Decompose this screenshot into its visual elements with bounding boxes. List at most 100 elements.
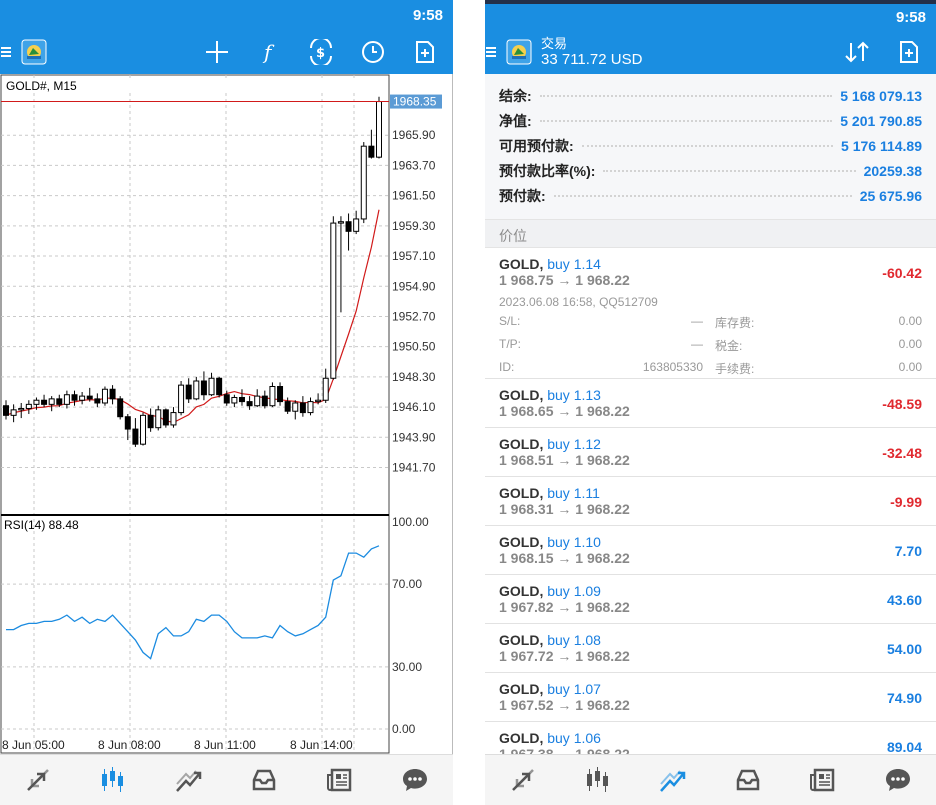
nav-quotes-icon[interactable] bbox=[18, 760, 58, 800]
candle-body bbox=[170, 412, 177, 426]
bottom-nav bbox=[485, 754, 936, 805]
candle-body bbox=[254, 395, 261, 407]
position-profit: 43.60 bbox=[886, 592, 922, 608]
position-symbol: GOLD, bbox=[499, 485, 544, 501]
position-item[interactable]: GOLD, buy 1.12 1 968.51 → 1 968.22 -32.48 bbox=[485, 428, 936, 477]
positions-list[interactable]: GOLD, buy 1.14 1 968.75 → 1 968.22 -60.4… bbox=[485, 248, 936, 758]
candle-body bbox=[48, 398, 55, 405]
app-logo-icon[interactable] bbox=[505, 30, 533, 74]
position-prices: 1 967.52 → 1 968.22 bbox=[499, 697, 630, 713]
position-item[interactable]: GOLD, buy 1.11 1 968.31 → 1 968.22 -9.99 bbox=[485, 477, 936, 526]
position-symbol: GOLD, bbox=[499, 681, 544, 697]
account-row-margin-level: 预付款比率(%): 20259.38 bbox=[499, 163, 922, 179]
candle-body bbox=[330, 222, 337, 379]
candle-body bbox=[10, 409, 17, 416]
price-chart[interactable]: 1965.90 1963.70 1961.50 1959.30 1957.10 1954.… bbox=[0, 74, 453, 754]
chart-screen: 9:58 f $ 1965.90 1963.70 1961.50 1959.30… bbox=[0, 0, 453, 805]
position-item-expanded[interactable]: GOLD, buy 1.14 1 968.75 → 1 968.22 -60.4… bbox=[485, 248, 936, 379]
chart-area[interactable]: 1965.90 1963.70 1961.50 1959.30 1957.10 1954.… bbox=[0, 74, 453, 754]
new-order-icon[interactable] bbox=[408, 30, 442, 74]
indicator-icon[interactable]: $ bbox=[304, 30, 338, 74]
candle-body bbox=[368, 145, 375, 158]
position-item[interactable]: GOLD, buy 1.13 1 968.65 → 1 968.22 -48.59 bbox=[485, 379, 936, 428]
nav-chat-icon[interactable] bbox=[878, 760, 918, 800]
nav-history-icon[interactable] bbox=[244, 760, 284, 800]
rsi-label: RSI(14) 88.48 bbox=[4, 518, 79, 532]
position-profit: -9.99 bbox=[890, 494, 922, 510]
nav-trade-icon[interactable] bbox=[169, 760, 209, 800]
new-order-icon[interactable] bbox=[892, 30, 926, 74]
position-action: buy 1.06 bbox=[547, 730, 601, 746]
nav-history-icon[interactable] bbox=[728, 760, 768, 800]
account-row-margin: 预付款: 25 675.96 bbox=[499, 188, 922, 204]
price-tick-label: 1943.90 bbox=[392, 430, 436, 444]
app-logo-icon[interactable] bbox=[20, 30, 48, 74]
nav-news-icon[interactable] bbox=[803, 760, 843, 800]
candle-body bbox=[299, 402, 306, 414]
position-action: buy 1.09 bbox=[547, 583, 601, 599]
position-action: buy 1.08 bbox=[547, 632, 601, 648]
candle-body bbox=[109, 388, 116, 400]
svg-text:$: $ bbox=[316, 46, 325, 61]
price-tick-label: 1957.10 bbox=[392, 249, 436, 263]
nav-news-icon[interactable] bbox=[320, 760, 360, 800]
nav-chart-icon[interactable] bbox=[93, 760, 133, 800]
candle-body bbox=[94, 398, 101, 404]
rsi-tick-label: 70.00 bbox=[392, 577, 422, 591]
candle-body bbox=[117, 398, 124, 418]
position-action: buy 1.10 bbox=[547, 534, 601, 550]
balance-summary: 33 711.72 USD bbox=[541, 51, 643, 68]
position-symbol: GOLD, bbox=[499, 632, 544, 648]
rsi-tick-label: 100.00 bbox=[392, 515, 429, 529]
candle-body bbox=[322, 377, 329, 401]
position-prices: 1 968.75 → 1 968.22 bbox=[499, 272, 630, 288]
position-item[interactable]: GOLD, buy 1.07 1 967.52 → 1 968.22 74.90 bbox=[485, 673, 936, 722]
position-symbol: GOLD, bbox=[499, 436, 544, 452]
candle-body bbox=[155, 409, 162, 429]
position-item[interactable]: GOLD, buy 1.10 1 968.15 → 1 968.22 7.70 bbox=[485, 526, 936, 575]
price-tick-label: 1965.90 bbox=[392, 128, 436, 142]
nav-chart-icon[interactable] bbox=[578, 760, 618, 800]
account-summary: 结余: 5 168 079.13 净值: 5 201 790.85 可用预付款: 5 … bbox=[485, 74, 936, 220]
price-tick-label: 1952.70 bbox=[392, 309, 436, 323]
screen-gap bbox=[453, 0, 485, 805]
status-bar: 9:58 bbox=[485, 0, 936, 30]
time-tick-label: 8 Jun 05:00 bbox=[2, 738, 65, 752]
status-time: 9:58 bbox=[412, 7, 443, 24]
status-time: 9:58 bbox=[895, 9, 926, 26]
candle-body bbox=[33, 399, 40, 405]
candle-body bbox=[18, 407, 25, 411]
position-profit: 89.04 bbox=[886, 739, 922, 755]
menu-icon[interactable] bbox=[0, 30, 14, 74]
nav-quotes-icon[interactable] bbox=[503, 760, 543, 800]
clock-icon[interactable] bbox=[356, 30, 390, 74]
position-symbol: GOLD, bbox=[499, 730, 544, 746]
position-profit: -60.42 bbox=[882, 265, 922, 281]
position-symbol: GOLD, bbox=[499, 387, 544, 403]
candle-body bbox=[178, 384, 185, 414]
position-item[interactable]: GOLD, buy 1.08 1 967.72 → 1 968.22 54.00 bbox=[485, 624, 936, 673]
rsi-tick-label: 0.00 bbox=[392, 722, 416, 736]
trade-header: 交易 33 711.72 USD bbox=[485, 30, 936, 74]
candle-body bbox=[269, 386, 276, 407]
nav-trade-icon[interactable] bbox=[653, 760, 693, 800]
position-prices: 1 968.65 → 1 968.22 bbox=[499, 403, 630, 419]
menu-icon[interactable] bbox=[485, 30, 499, 74]
position-action: buy 1.07 bbox=[547, 681, 601, 697]
position-item[interactable]: GOLD, buy 1.09 1 967.82 → 1 968.22 43.60 bbox=[485, 575, 936, 624]
candle-body bbox=[200, 380, 207, 396]
sort-icon[interactable] bbox=[840, 30, 874, 74]
candle-body bbox=[292, 402, 299, 412]
id-value: 163805330 bbox=[642, 360, 703, 374]
function-icon[interactable]: f bbox=[252, 30, 286, 74]
position-profit: -32.48 bbox=[882, 445, 922, 461]
position-profit: -48.59 bbox=[882, 396, 922, 412]
nav-chat-icon[interactable] bbox=[395, 760, 435, 800]
trade-screen: 9:58 交易 33 711.72 USD 结余: 5 168 079.13 净值… bbox=[485, 0, 936, 805]
price-tick-label: 1961.50 bbox=[392, 189, 436, 203]
candle-body bbox=[86, 395, 93, 400]
position-item[interactable]: GOLD, buy 1.06 1 967.38 → 1 968.22 89.04 bbox=[485, 722, 936, 758]
candle-body bbox=[223, 394, 230, 404]
candle-body bbox=[63, 394, 70, 405]
crosshair-icon[interactable] bbox=[200, 30, 234, 74]
